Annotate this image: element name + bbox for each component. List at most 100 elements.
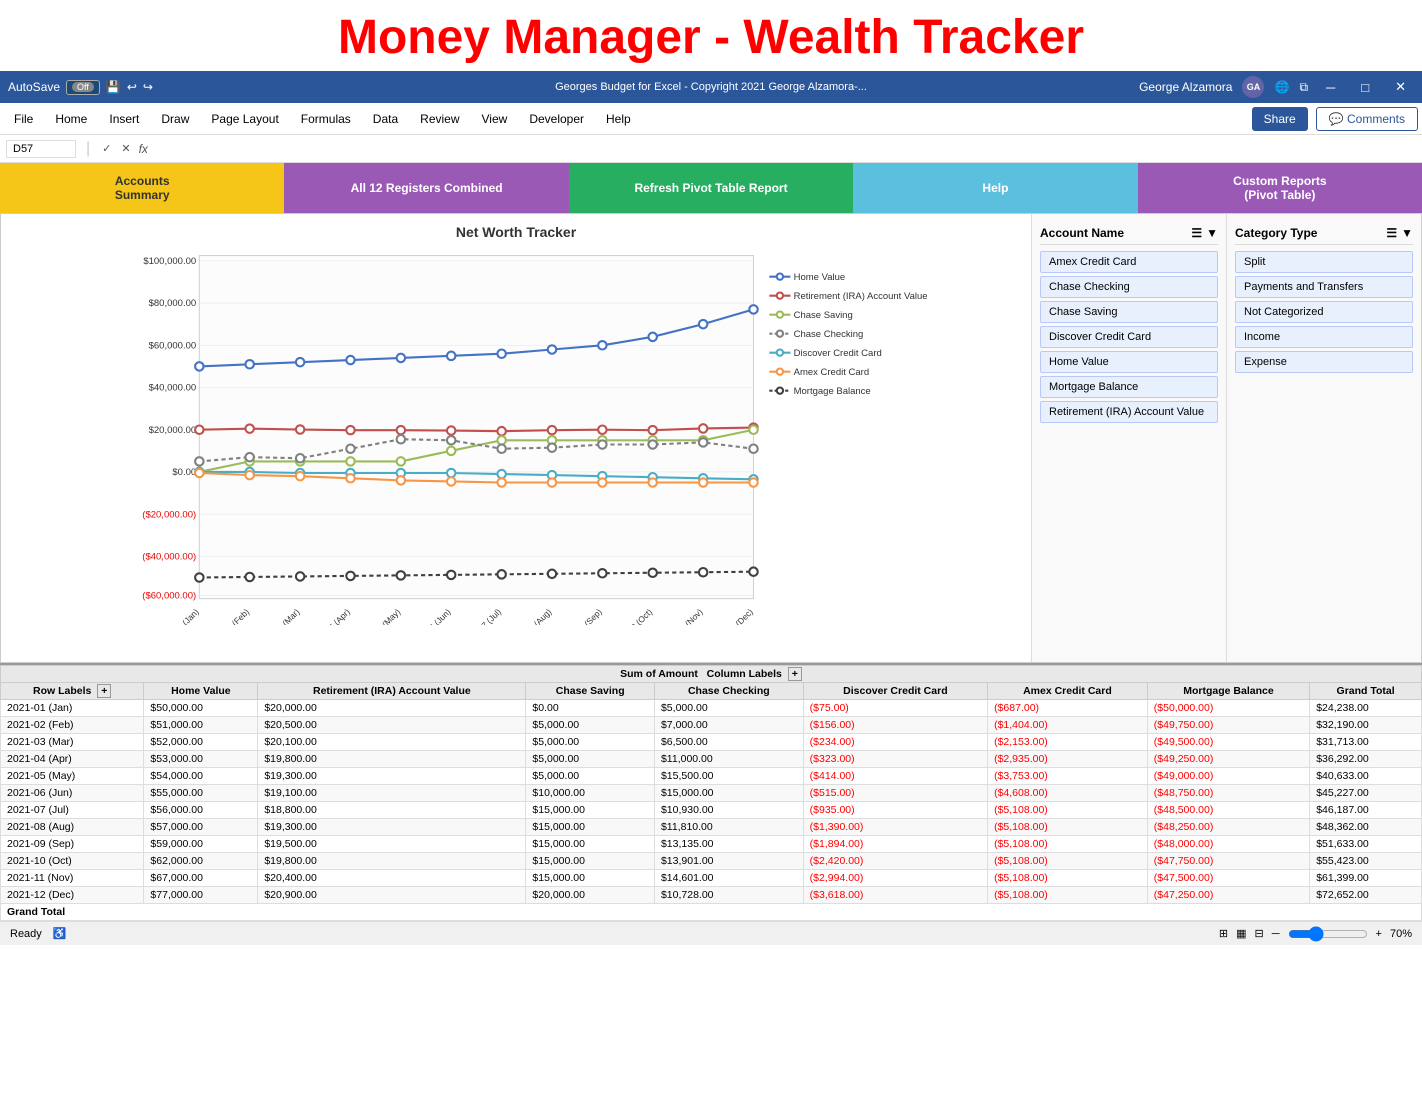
comments-button[interactable]: 💬 Comments	[1316, 107, 1418, 131]
globe-icon[interactable]: 🌐	[1274, 80, 1289, 94]
cancel-formula-icon[interactable]: ✕	[121, 142, 130, 155]
status-ready: Ready ♿	[10, 927, 67, 940]
close-button[interactable]: ✕	[1387, 79, 1414, 95]
pivot-table: Sum of Amount Column Labels + Row Labels…	[0, 665, 1422, 921]
zoom-out-icon[interactable]: ─	[1272, 928, 1280, 940]
filter-not-categorized[interactable]: Not Categorized	[1235, 301, 1413, 323]
title-bar-right: George Alzamora GA 🌐 ⧉ ─ □ ✕	[1063, 76, 1415, 98]
comment-icon: 💬	[1329, 112, 1347, 126]
filter-chase-checking[interactable]: Chase Checking	[1040, 276, 1218, 298]
autosave-badge[interactable]: Off	[66, 80, 100, 95]
tab-help[interactable]: Help	[853, 163, 1137, 213]
svg-text:2021-04 (Apr): 2021-04 (Apr)	[308, 607, 352, 625]
menu-help[interactable]: Help	[596, 108, 641, 130]
table-row: 2021-04 (Apr)$53,000.00$19,800.00$5,000.…	[1, 751, 1422, 768]
pivot-area: Sum of Amount Column Labels + Row Labels…	[0, 663, 1422, 921]
col-mortgage: Mortgage Balance	[1147, 683, 1309, 700]
status-right: ⊞ ▦ ⊟ ─ + 70%	[1219, 926, 1412, 942]
svg-text:2021-03 (Mar): 2021-03 (Mar)	[257, 607, 302, 625]
menu-pagelayout[interactable]: Page Layout	[201, 108, 288, 130]
svg-text:Amex Credit Card: Amex Credit Card	[794, 367, 870, 378]
filter-expense[interactable]: Expense	[1235, 351, 1413, 373]
title-bar: AutoSave Off 💾 ↩ ↪ Georges Budget for Ex…	[0, 71, 1422, 103]
filter-funnel-icon[interactable]: ▼	[1206, 226, 1218, 240]
svg-text:2021-11 (Nov): 2021-11 (Nov)	[660, 607, 705, 625]
filter-list-icon[interactable]: ☰	[1191, 226, 1202, 240]
share-button[interactable]: Share	[1252, 107, 1308, 131]
view-page-break-icon[interactable]: ⊟	[1255, 927, 1264, 940]
undo-icon[interactable]: ↩	[127, 80, 137, 94]
minimize-button[interactable]: ─	[1318, 80, 1343, 95]
tab-refresh-pivot[interactable]: Refresh Pivot Table Report	[569, 163, 853, 213]
svg-text:$40,000.00: $40,000.00	[149, 383, 197, 394]
zoom-slider[interactable]	[1288, 926, 1368, 942]
save-icon[interactable]: 💾	[106, 80, 121, 94]
menu-right: Share 💬 Comments	[1252, 107, 1418, 131]
category-funnel-icon[interactable]: ▼	[1401, 226, 1413, 240]
filter-mortgage[interactable]: Mortgage Balance	[1040, 376, 1218, 398]
formula-input[interactable]	[154, 141, 1416, 157]
table-row: 2021-02 (Feb)$51,000.00$20,500.00$5,000.…	[1, 717, 1422, 734]
account-filter-label: Account Name	[1040, 226, 1124, 240]
svg-text:$80,000.00: $80,000.00	[149, 298, 197, 309]
filter-retirement[interactable]: Retirement (IRA) Account Value	[1040, 401, 1218, 423]
table-row: 2021-09 (Sep)$59,000.00$19,500.00$15,000…	[1, 836, 1422, 853]
table-row: 2021-10 (Oct)$62,000.00$19,800.00$15,000…	[1, 853, 1422, 870]
checkmark-icon[interactable]: ✓	[102, 142, 111, 155]
redo-icon[interactable]: ↪	[143, 80, 153, 94]
filter-icons: ☰ ▼	[1191, 226, 1218, 240]
svg-text:Chase Saving: Chase Saving	[794, 310, 853, 321]
table-row: 2021-11 (Nov)$67,000.00$20,400.00$15,000…	[1, 870, 1422, 887]
chart-title: Net Worth Tracker	[11, 224, 1021, 240]
view-normal-icon[interactable]: ⊞	[1219, 927, 1228, 940]
account-filter-panel: Account Name ☰ ▼ Amex Credit Card Chase …	[1031, 214, 1226, 662]
svg-text:$20,000.00: $20,000.00	[149, 425, 197, 436]
col-saving: Chase Saving	[526, 683, 655, 700]
col-ira: Retirement (IRA) Account Value	[258, 683, 526, 700]
filter-income[interactable]: Income	[1235, 326, 1413, 348]
svg-text:$60,000.00: $60,000.00	[149, 340, 197, 351]
accessibility-icon[interactable]: ♿	[53, 928, 67, 940]
menu-formulas[interactable]: Formulas	[291, 108, 361, 130]
col-checking: Chase Checking	[654, 683, 803, 700]
app-title: Money Manager - Wealth Tracker	[0, 0, 1422, 71]
menu-draw[interactable]: Draw	[151, 108, 199, 130]
menu-file[interactable]: File	[4, 108, 43, 130]
svg-text:$0.00: $0.00	[172, 467, 196, 478]
filter-split[interactable]: Split	[1235, 251, 1413, 273]
status-bar: Ready ♿ ⊞ ▦ ⊟ ─ + 70%	[0, 921, 1422, 945]
col-grand-total: Grand Total	[1310, 683, 1422, 700]
filter-payments-transfers[interactable]: Payments and Transfers	[1235, 276, 1413, 298]
cell-reference[interactable]	[6, 140, 76, 158]
filter-amex[interactable]: Amex Credit Card	[1040, 251, 1218, 273]
menu-view[interactable]: View	[472, 108, 518, 130]
col-row-labels[interactable]: Row Labels +	[1, 683, 144, 700]
column-labels-toggle[interactable]: +	[788, 667, 802, 681]
menu-developer[interactable]: Developer	[519, 108, 594, 130]
row-label-toggle[interactable]: +	[97, 684, 111, 698]
tab-custom-reports[interactable]: Custom Reports(Pivot Table)	[1138, 163, 1422, 213]
svg-text:2021-06 (Jun): 2021-06 (Jun)	[408, 607, 452, 625]
category-filter-panel: Category Type ☰ ▼ Split Payments and Tra…	[1226, 214, 1421, 662]
col-home-value: Home Value	[144, 683, 258, 700]
zoom-in-icon[interactable]: +	[1376, 928, 1382, 940]
filter-chase-saving[interactable]: Chase Saving	[1040, 301, 1218, 323]
restore-icon[interactable]: ⧉	[1299, 80, 1308, 95]
svg-text:2021-10 (Oct): 2021-10 (Oct)	[610, 607, 654, 625]
filter-home-value[interactable]: Home Value	[1040, 351, 1218, 373]
tab-accounts-summary[interactable]: AccountsSummary	[0, 163, 284, 213]
maximize-button[interactable]: □	[1353, 80, 1377, 95]
svg-text:2021-02 (Feb): 2021-02 (Feb)	[206, 607, 251, 625]
title-bar-left: AutoSave Off 💾 ↩ ↪	[8, 80, 360, 95]
category-list-icon[interactable]: ☰	[1386, 226, 1397, 240]
filter-discover[interactable]: Discover Credit Card	[1040, 326, 1218, 348]
view-page-layout-icon[interactable]: ▦	[1236, 927, 1246, 940]
menu-data[interactable]: Data	[363, 108, 408, 130]
tab-all-registers[interactable]: All 12 Registers Combined	[284, 163, 568, 213]
menu-review[interactable]: Review	[410, 108, 469, 130]
title-bar-filename: Georges Budget for Excel - Copyright 202…	[360, 81, 1063, 93]
menu-insert[interactable]: Insert	[99, 108, 149, 130]
svg-text:2021-12 (Dec): 2021-12 (Dec)	[710, 607, 755, 625]
col-discover: Discover Credit Card	[803, 683, 987, 700]
menu-home[interactable]: Home	[45, 108, 97, 130]
